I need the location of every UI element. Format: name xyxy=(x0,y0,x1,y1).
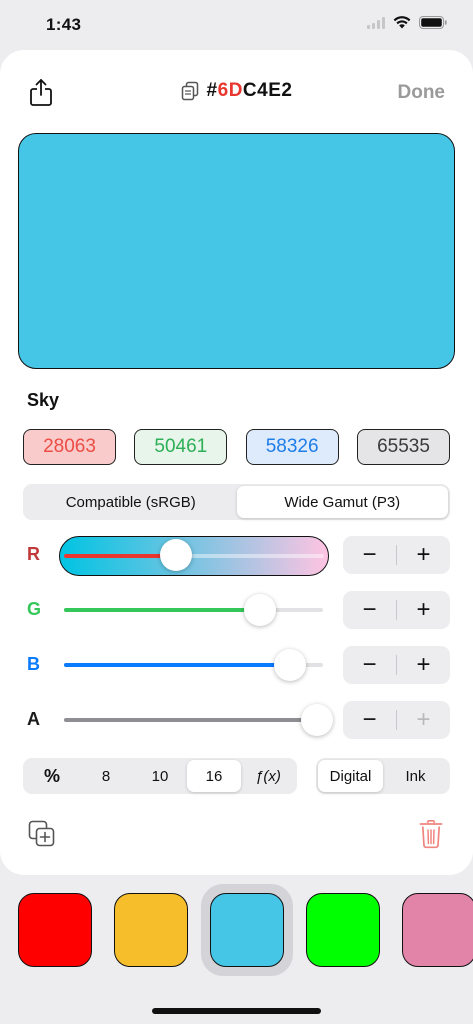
radix-segmented-control: % 8 10 16 ƒ(x) xyxy=(23,758,297,794)
cellular-signal-icon xyxy=(367,16,385,29)
component-values: 28063 50461 58326 65535 xyxy=(23,429,450,465)
palette-swatch-yellow[interactable] xyxy=(114,893,188,967)
palette-swatch-pink[interactable] xyxy=(402,893,473,967)
radix-option-function[interactable]: ƒ(x) xyxy=(241,760,295,792)
color-palette xyxy=(0,893,473,967)
status-bar: 1:43 xyxy=(0,0,473,50)
mode-option-ink[interactable]: Ink xyxy=(383,760,448,792)
wifi-icon xyxy=(393,16,411,29)
green-increment-button[interactable]: + xyxy=(397,591,450,629)
mode-option-digital[interactable]: Digital xyxy=(318,760,383,792)
status-icons xyxy=(367,16,447,29)
blue-slider-fill xyxy=(64,663,295,667)
blue-stepper: − + xyxy=(343,646,450,684)
alpha-slider[interactable] xyxy=(64,718,323,722)
alpha-decrement-button[interactable]: − xyxy=(343,701,396,739)
green-decrement-button[interactable]: − xyxy=(343,591,396,629)
done-button[interactable]: Done xyxy=(398,82,446,104)
alpha-value-chip[interactable]: 65535 xyxy=(356,429,450,465)
red-value-chip[interactable]: 28063 xyxy=(23,429,116,465)
alpha-slider-fill xyxy=(64,718,323,722)
blue-decrement-button[interactable]: − xyxy=(343,646,396,684)
palette-swatch-red[interactable] xyxy=(18,893,92,967)
palette-swatch-sky[interactable] xyxy=(210,893,284,967)
red-slider-thumb[interactable] xyxy=(160,539,193,571)
green-channel-label: G xyxy=(27,599,42,619)
green-slider[interactable] xyxy=(64,608,323,612)
color-picker-sheet: #6DC4E2 Done Sky 28063 50461 58326 65535… xyxy=(0,50,473,875)
hex-value: #6DC4E2 xyxy=(206,80,293,101)
alpha-increment-button[interactable]: + xyxy=(397,701,450,739)
gamut-option-p3[interactable]: Wide Gamut (P3) xyxy=(236,486,448,518)
alpha-slider-row: A − + xyxy=(0,701,473,739)
alpha-stepper: − + xyxy=(343,701,450,739)
red-decrement-button[interactable]: − xyxy=(343,536,396,574)
home-indicator[interactable] xyxy=(152,1008,321,1014)
red-slider[interactable] xyxy=(59,536,329,576)
battery-icon xyxy=(419,16,447,29)
alpha-slider-thumb[interactable] xyxy=(301,704,333,736)
green-stepper: − + xyxy=(343,591,450,629)
color-preview xyxy=(18,133,455,369)
radix-option-10[interactable]: 10 xyxy=(133,760,187,792)
mode-segmented-control: Digital Ink xyxy=(316,758,450,794)
copy-icon xyxy=(181,81,198,101)
alpha-channel-label: A xyxy=(27,709,40,729)
radix-option-percent[interactable]: % xyxy=(25,760,79,792)
green-slider-row: G − + xyxy=(0,591,473,629)
red-increment-button[interactable]: + xyxy=(397,536,450,574)
blue-channel-label: B xyxy=(27,654,40,674)
trash-icon xyxy=(419,820,443,849)
green-slider-fill xyxy=(64,608,264,612)
add-copy-icon xyxy=(28,820,55,847)
red-stepper: − + xyxy=(343,536,450,574)
gamut-option-srgb[interactable]: Compatible (sRGB) xyxy=(25,486,237,518)
blue-increment-button[interactable]: + xyxy=(397,646,450,684)
green-slider-thumb[interactable] xyxy=(244,594,277,626)
duplicate-color-button[interactable] xyxy=(28,820,56,848)
red-channel-label: R xyxy=(27,544,40,564)
gamut-segmented-control: Compatible (sRGB) Wide Gamut (P3) xyxy=(23,484,450,520)
delete-color-button[interactable] xyxy=(419,819,443,849)
red-slider-row: R − + xyxy=(0,536,473,576)
blue-slider-thumb[interactable] xyxy=(273,649,306,681)
radix-option-16[interactable]: 16 xyxy=(187,760,241,792)
blue-value-chip[interactable]: 58326 xyxy=(245,429,339,465)
green-value-chip[interactable]: 50461 xyxy=(134,429,228,465)
status-time: 1:43 xyxy=(46,15,82,34)
color-name[interactable]: Sky xyxy=(27,390,59,411)
radix-option-8[interactable]: 8 xyxy=(79,760,133,792)
blue-slider-row: B − + xyxy=(0,646,473,684)
palette-swatch-green[interactable] xyxy=(306,893,380,967)
